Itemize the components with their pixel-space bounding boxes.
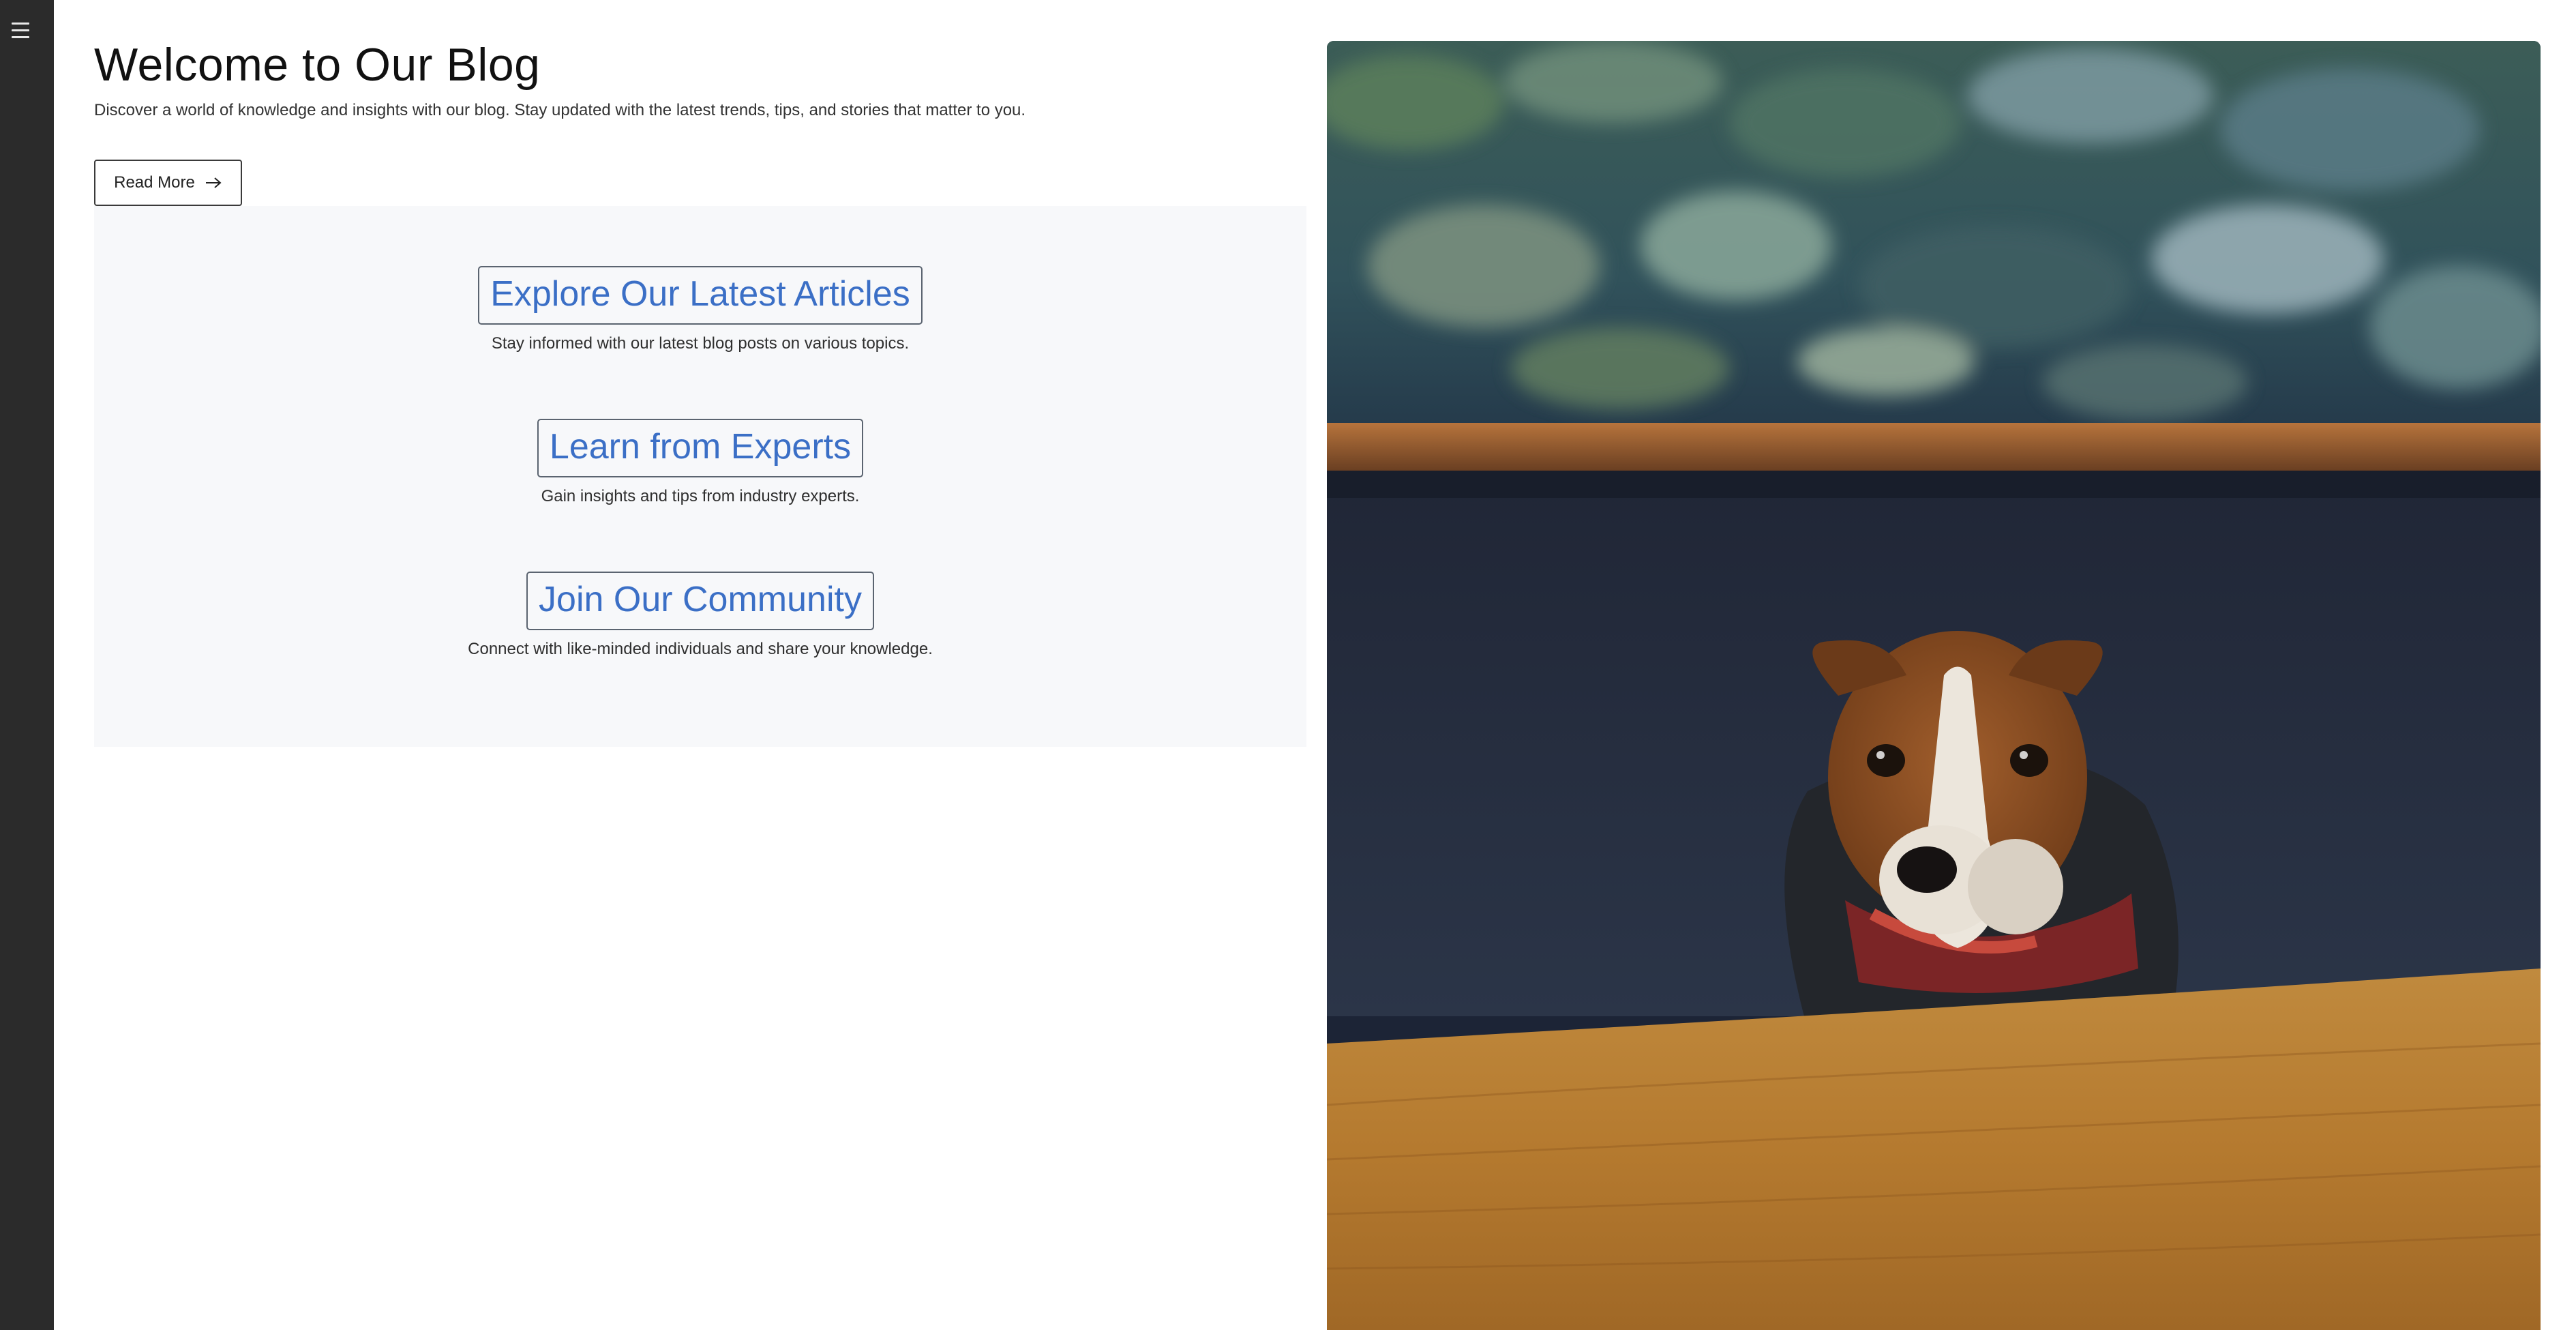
feature-description: Gain insights and tips from industry exp…: [541, 486, 860, 505]
arrow-right-icon: [205, 177, 222, 188]
feature-description: Connect with like-minded individuals and…: [468, 639, 933, 658]
feature-item: Learn from Experts Gain insights and tip…: [94, 419, 1306, 506]
feature-description: Stay informed with our latest blog posts…: [491, 334, 910, 353]
read-more-label: Read More: [114, 173, 195, 192]
feature-link-latest-articles[interactable]: Explore Our Latest Articles: [478, 266, 923, 325]
main-content: Welcome to Our Blog Discover a world of …: [94, 0, 1308, 1330]
feature-item: Join Our Community Connect with like-min…: [94, 572, 1306, 659]
feature-item: Explore Our Latest Articles Stay informe…: [94, 266, 1306, 353]
hero-photo-dog: [1327, 41, 2541, 1330]
page-subtitle: Discover a world of knowledge and insigh…: [94, 101, 1026, 119]
hamburger-menu-icon[interactable]: [5, 16, 35, 44]
feature-link-learn-from-experts[interactable]: Learn from Experts: [537, 419, 864, 477]
feature-link-join-community[interactable]: Join Our Community: [526, 572, 874, 630]
page-title: Welcome to Our Blog: [94, 39, 541, 91]
read-more-button[interactable]: Read More: [94, 160, 242, 206]
features-panel: Explore Our Latest Articles Stay informe…: [94, 206, 1306, 747]
sidebar: [0, 0, 54, 1330]
